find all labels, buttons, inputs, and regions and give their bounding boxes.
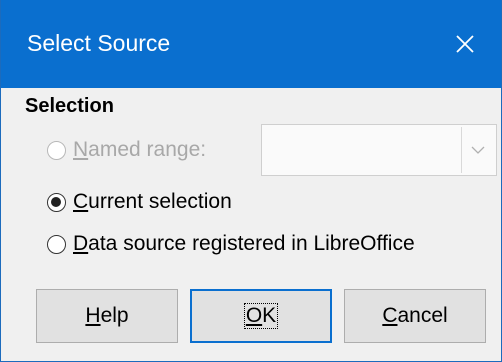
select-source-dialog: Select Source Selection Named range: Cur…: [0, 0, 502, 362]
data-source-radio[interactable]: [47, 234, 66, 254]
named-range-radio[interactable]: [47, 140, 66, 160]
dialog-title: Select Source: [27, 30, 171, 56]
cancel-button[interactable]: Cancel: [344, 289, 486, 343]
ok-button-label: OK: [243, 303, 279, 329]
cancel-button-label: Cancel: [382, 304, 448, 327]
close-button[interactable]: [429, 0, 501, 88]
named-range-combo[interactable]: [261, 124, 497, 176]
data-source-label: Data source registered in LibreOffice: [73, 232, 415, 255]
data-source-option[interactable]: Data source registered in LibreOffice: [47, 231, 415, 257]
help-button[interactable]: Help: [36, 289, 178, 343]
current-selection-option[interactable]: Current selection: [47, 189, 232, 215]
named-range-option[interactable]: Named range:: [47, 137, 206, 163]
current-selection-label: Current selection: [73, 190, 232, 213]
selection-heading: Selection: [25, 95, 114, 117]
combo-dropdown-button[interactable]: [461, 127, 494, 173]
chevron-down-icon: [471, 146, 485, 154]
named-range-label: Named range:: [73, 138, 207, 161]
close-icon: [456, 35, 474, 53]
ok-button[interactable]: OK: [190, 289, 332, 343]
current-selection-radio[interactable]: [47, 192, 66, 212]
title-bar: Select Source: [1, 0, 501, 88]
help-button-label: Help: [85, 304, 129, 327]
